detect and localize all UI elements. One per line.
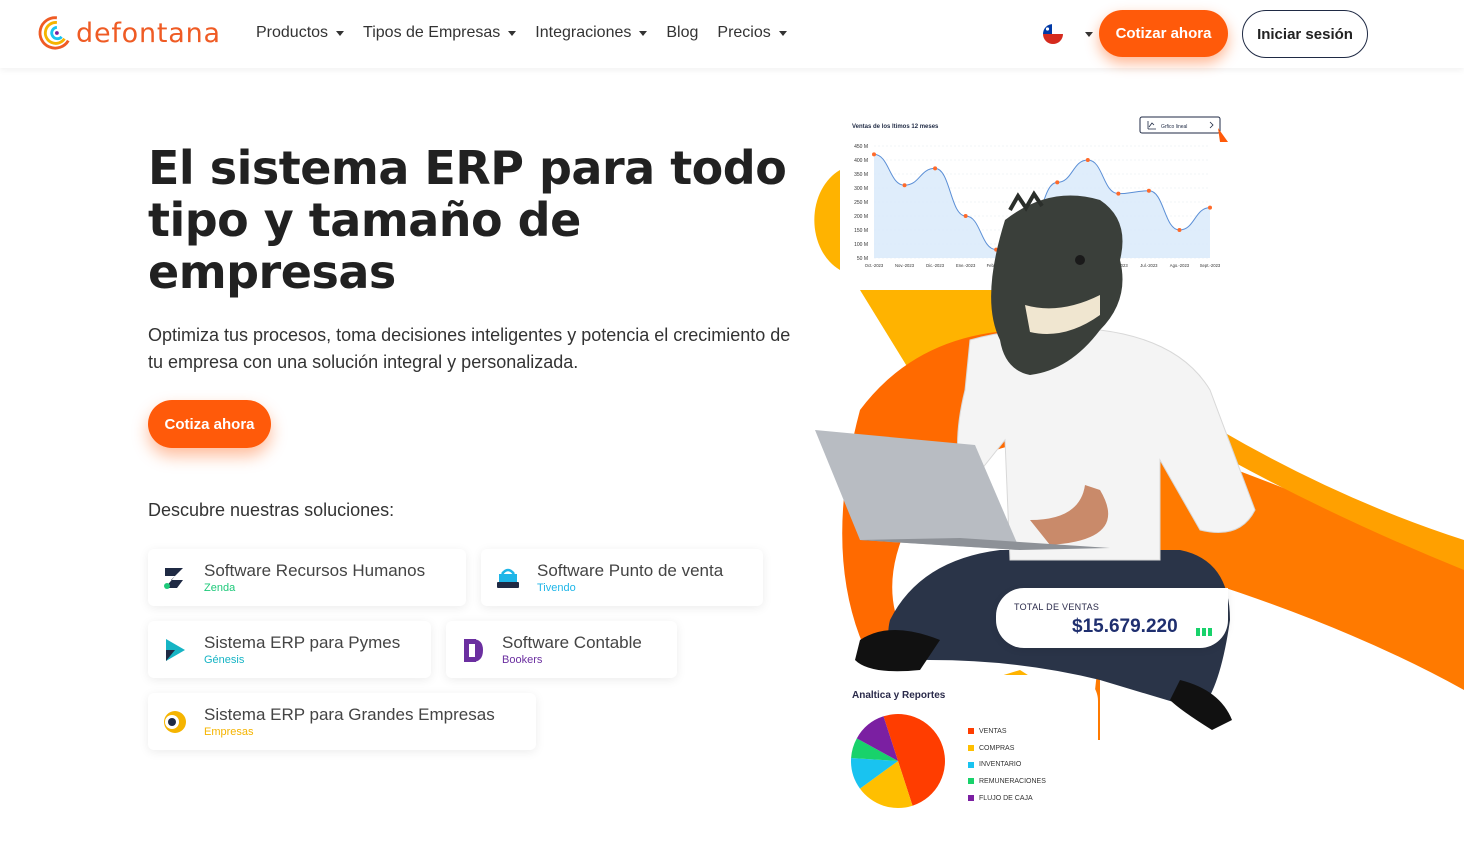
legend-swatch	[968, 728, 974, 735]
solution-brand: Empresas	[204, 725, 254, 738]
legend-swatch	[968, 745, 974, 752]
pie-legend: VENTAS COMPRAS INVENTARIO REMUNERACIONES FLU…	[968, 723, 1046, 806]
cotizar-ahora-button[interactable]: Cotizar ahora	[1099, 10, 1228, 57]
chevron-down-icon	[336, 30, 345, 36]
legend-item: REMUNERACIONES	[968, 773, 1046, 790]
solution-brand: Tivendo	[537, 581, 576, 594]
nav-label: Tipos de Empresas	[363, 24, 501, 41]
genesis-logo-icon	[160, 635, 190, 665]
solution-title: Software Contable	[502, 632, 642, 652]
solution-card-tivendo[interactable]: Software Punto de venta Tivendo	[481, 549, 763, 606]
legend-label: FLUJO DE CAJA	[979, 794, 1033, 802]
tivendo-logo-icon	[493, 563, 523, 593]
nav-precios[interactable]: Precios	[717, 24, 787, 42]
nav-integraciones[interactable]: Integraciones	[535, 24, 648, 42]
bar-chart-icon	[1196, 628, 1212, 636]
chevron-down-icon	[778, 30, 787, 36]
zenda-logo-icon	[160, 563, 190, 593]
nav-label: Productos	[256, 24, 329, 41]
solution-title: Software Recursos Humanos	[204, 560, 426, 580]
total-sales-label: TOTAL DE VENTAS	[1014, 602, 1100, 612]
legend-label: VENTAS	[979, 727, 1007, 735]
language-chevron-down-icon[interactable]	[1085, 32, 1093, 37]
solution-brand: Bookers	[502, 653, 543, 666]
bookers-logo-icon	[458, 635, 488, 665]
legend-swatch	[968, 778, 974, 785]
pie-title: Analtica y Reportes	[852, 690, 946, 701]
nav-tipos-de-empresas[interactable]: Tipos de Empresas	[363, 24, 517, 42]
chevron-down-icon	[639, 30, 648, 36]
solution-card-bookers[interactable]: Software Contable Bookers	[446, 621, 677, 678]
iniciar-sesion-button[interactable]: Iniciar sesión	[1242, 10, 1368, 58]
legend-swatch	[968, 761, 974, 768]
hero-subtitle: Optimiza tus procesos, toma decisiones i…	[148, 325, 791, 372]
main-nav: Productos Tipos de Empresas Integracione…	[256, 24, 806, 42]
discover-label: Descubre nuestras soluciones:	[148, 500, 395, 520]
solution-card-empresas[interactable]: Sistema ERP para Grandes Empresas Empres…	[148, 693, 536, 750]
legend-label: COMPRAS	[979, 744, 1015, 752]
legend-item: VENTAS	[968, 723, 1046, 740]
legend-label: REMUNERACIONES	[979, 777, 1046, 785]
chevron-down-icon	[508, 30, 517, 36]
cotiza-ahora-button[interactable]: Cotiza ahora	[148, 400, 271, 448]
solution-brand: Génesis	[204, 653, 245, 666]
brand-name: defontana	[76, 17, 221, 49]
total-sales-value: $15.679.220	[1072, 616, 1178, 637]
analytics-card: Analtica y Reportes VENTAS COMPRAS INVENTA…	[840, 675, 1098, 825]
solution-brand: Zenda	[204, 581, 236, 594]
nav-label: Blog	[666, 24, 699, 41]
nav-productos[interactable]: Productos	[256, 24, 345, 42]
solution-card-zenda[interactable]: Software Recursos Humanos Zenda	[148, 549, 466, 606]
hero-illustration: Ventas de los ltimos 12 meses Grfico lin…	[800, 100, 1464, 830]
legend-swatch	[968, 795, 974, 802]
solution-title: Software Punto de venta	[537, 560, 724, 580]
defontana-logo-icon	[38, 16, 70, 50]
solution-title: Sistema ERP para Pymes	[204, 632, 401, 652]
analytics-pie-chart	[851, 714, 945, 808]
nav-blog[interactable]: Blog	[666, 24, 698, 42]
legend-label: INVENTARIO	[979, 761, 1022, 769]
chile-flag-icon[interactable]	[1043, 24, 1063, 44]
nav-label: Precios	[717, 24, 771, 41]
legend-item: INVENTARIO	[968, 756, 1046, 773]
total-sales-card: TOTAL DE VENTAS $15.679.220	[996, 588, 1228, 648]
hero-title: El sistema ERP para todo tipo y tamaño d…	[148, 141, 787, 299]
site-header: defontana Productos Tipos de Empresas In…	[0, 0, 1464, 68]
solution-card-genesis[interactable]: Sistema ERP para Pymes Génesis	[148, 621, 431, 678]
solution-title: Sistema ERP para Grandes Empresas	[204, 704, 495, 724]
defontana-logo[interactable]: defontana	[36, 12, 221, 54]
empresas-logo-icon	[160, 707, 190, 737]
nav-label: Integraciones	[535, 24, 632, 41]
legend-item: COMPRAS	[968, 740, 1046, 757]
legend-item: FLUJO DE CAJA	[968, 790, 1046, 807]
